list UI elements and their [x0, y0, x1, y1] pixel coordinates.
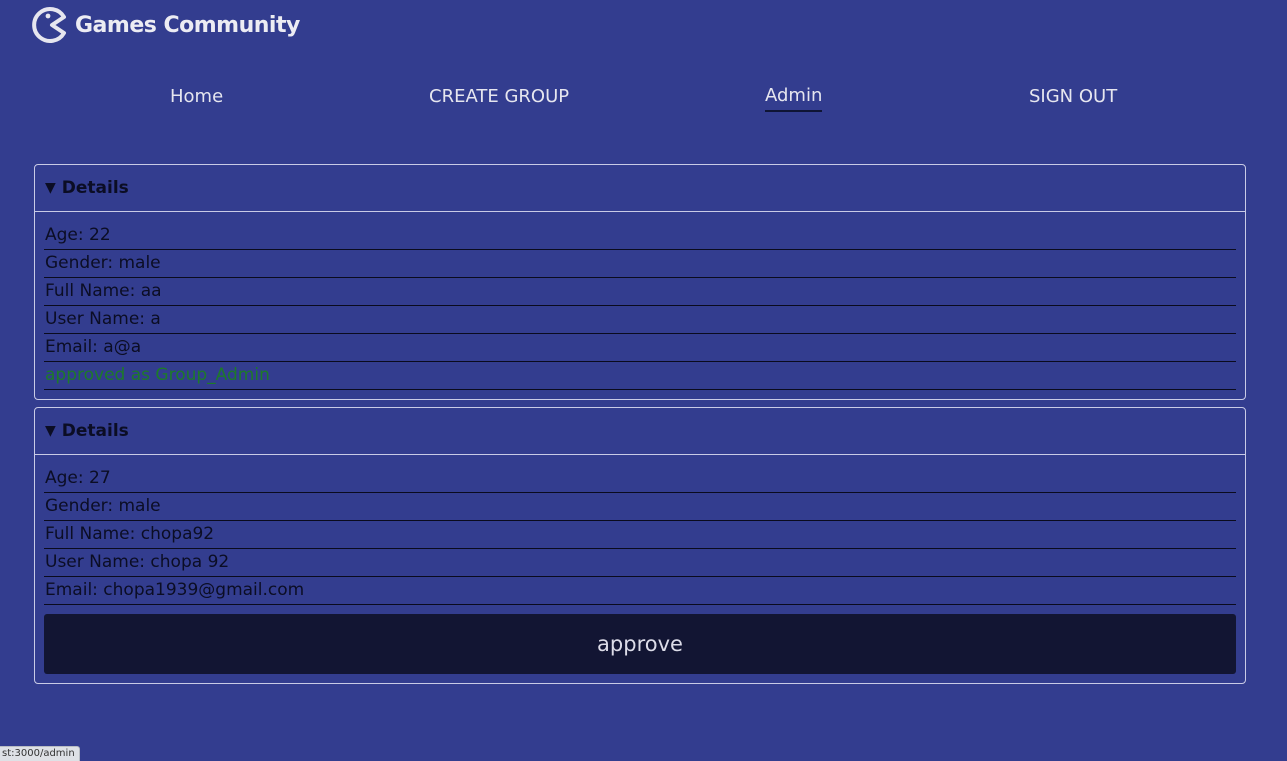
nav-sign-out[interactable]: SIGN OUT [1029, 86, 1117, 108]
gender-field: Gender: male [44, 250, 1236, 278]
brand-name: Games Community [75, 12, 300, 38]
email-field: Email: a@a [44, 334, 1236, 362]
link-preview-url: st:3000/admin [0, 746, 80, 761]
request-details-panel: ▼ Details Age: 22 Gender: male Full Name… [34, 164, 1246, 400]
email-field: Email: chopa1939@gmail.com [44, 577, 1236, 605]
expanded-triangle-icon: ▼ [45, 180, 56, 196]
request-details-panel: ▼ Details Age: 27 Gender: male Full Name… [34, 407, 1246, 684]
details-summary-label: Details [61, 421, 129, 441]
full-name-field: Full Name: chopa92 [44, 521, 1236, 549]
age-field: Age: 27 [44, 465, 1236, 493]
approve-button[interactable]: approve [44, 614, 1236, 674]
user-name-field: User Name: a [44, 306, 1236, 334]
pacman-icon [32, 7, 66, 43]
full-name-field: Full Name: aa [44, 278, 1236, 306]
expanded-triangle-icon: ▼ [45, 423, 56, 439]
user-name-field: User Name: chopa 92 [44, 549, 1236, 577]
brand-logo[interactable]: Games Community [30, 5, 300, 45]
details-body: Age: 22 Gender: male Full Name: aa User … [35, 212, 1245, 399]
details-summary-toggle[interactable]: ▼ Details [35, 408, 1245, 455]
gender-field: Gender: male [44, 493, 1236, 521]
nav-home[interactable]: Home [170, 86, 223, 108]
details-body: Age: 27 Gender: male Full Name: chopa92 … [35, 455, 1245, 683]
details-summary-toggle[interactable]: ▼ Details [35, 165, 1245, 212]
nav-create-group[interactable]: CREATE GROUP [429, 86, 569, 108]
approval-status-text: approved as Group_Admin [44, 362, 1236, 390]
age-field: Age: 22 [44, 222, 1236, 250]
details-summary-label: Details [61, 178, 129, 198]
nav-admin[interactable]: Admin [765, 85, 823, 112]
